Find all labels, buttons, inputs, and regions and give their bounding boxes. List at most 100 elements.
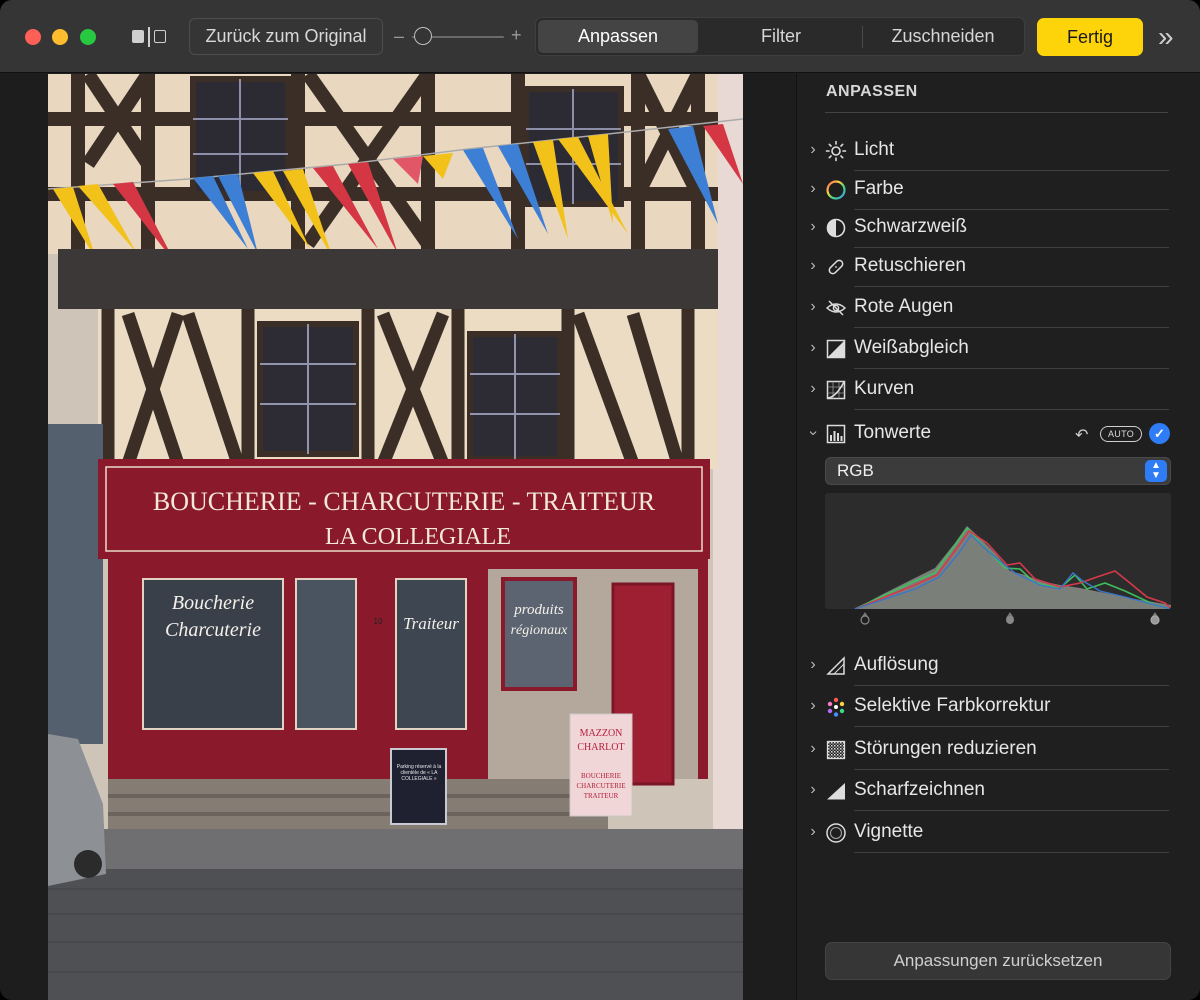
bandage-icon [828, 259, 844, 275]
board-boucherie: BOUCHERIE [581, 772, 621, 780]
color-ring-icon [826, 180, 846, 200]
levels-enabled-checkmark-icon[interactable]: ✓ [1149, 423, 1170, 444]
adjust-item-label: Scharfzeichnen [854, 779, 985, 800]
adjust-item-label: Retuschieren [854, 255, 966, 276]
adjust-item-black-white[interactable]: › Schwarzweiß [797, 208, 1200, 248]
adjust-item-label: Weißabgleich [854, 337, 969, 358]
adjust-item-label: Farbe [854, 178, 904, 199]
zoom-slider-thumb[interactable] [414, 27, 432, 45]
adjust-item-curves[interactable]: › Kurven [797, 370, 1200, 410]
adjust-sidebar: ANPASSEN › Licht › Farbe › Schwarzweiß ›… [796, 74, 1200, 1000]
photo[interactable]: BOUCHERIE - CHARCUTERIE - TRAITEUR LA CO… [48, 74, 743, 1000]
minimize-window-button[interactable] [52, 29, 68, 45]
levels-channel-value: RGB [837, 461, 874, 480]
row-divider [854, 852, 1169, 853]
chevron-right-icon[interactable]: › [807, 740, 819, 758]
board-charlot: CHARLOT [577, 742, 624, 753]
sidebar-title: ANPASSEN [826, 83, 918, 100]
sun-icon [825, 140, 847, 162]
white-point-handle[interactable] [1150, 612, 1160, 625]
compare-original-icon[interactable] [128, 24, 170, 50]
levels-channel-select[interactable]: RGB ▲ ▼ [825, 457, 1171, 485]
chevron-right-icon[interactable]: › [807, 697, 819, 715]
revert-to-original-button[interactable]: Zurück zum Original [189, 18, 383, 55]
midpoint-handle[interactable] [1006, 612, 1014, 624]
row-divider [854, 327, 1169, 328]
adjust-item-label: Auflösung [854, 654, 939, 675]
chevron-right-icon[interactable]: › [807, 218, 819, 236]
adjust-item-white-balance[interactable]: › Weißabgleich [797, 329, 1200, 369]
row-divider [854, 368, 1169, 369]
adjust-item-color[interactable]: › Farbe [797, 170, 1200, 210]
compare-right-square [154, 30, 166, 43]
sidebar-title-divider [825, 112, 1168, 113]
chevron-right-icon[interactable]: › [807, 257, 819, 275]
chevron-right-icon[interactable]: › [807, 656, 819, 674]
adjust-item-definition[interactable]: › Auflösung [797, 646, 1200, 686]
board-traiteur: TRAITEUR [584, 792, 619, 800]
levels-histogram[interactable] [825, 493, 1171, 609]
more-tools-icon[interactable]: » [1158, 22, 1174, 52]
row-divider [854, 769, 1169, 770]
tab-adjust[interactable]: Anpassen [538, 20, 698, 53]
adjust-item-retouch[interactable]: › Retuschieren [797, 247, 1200, 287]
adjust-item-sharpen[interactable]: › Scharfzeichnen [797, 771, 1200, 811]
adjust-item-vignette[interactable]: › Vignette [797, 813, 1200, 853]
zoom-window-button[interactable] [80, 29, 96, 45]
window-text-produits: produits [513, 602, 564, 618]
adjust-item-label: Rote Augen [854, 296, 954, 317]
row-divider [854, 409, 1169, 410]
compare-left-square [132, 30, 144, 43]
parking-board-text: Parking réservé à la clientèle de « LA C… [396, 764, 442, 782]
zoom-out-icon[interactable]: – [394, 26, 404, 46]
shop-sign-line2: LA COLLEGIALE [325, 524, 511, 550]
sharpen-icon [827, 783, 845, 800]
chevron-right-icon[interactable]: › [807, 141, 819, 159]
adjust-item-red-eye[interactable]: › Rote Augen [797, 288, 1200, 328]
close-window-button[interactable] [25, 29, 41, 45]
edit-mode-segmented-control: Anpassen Filter Zuschneiden [535, 17, 1025, 56]
levels-auto-button[interactable]: AUTO [1100, 426, 1142, 442]
adjust-item-label: Selektive Farbkorrektur [854, 695, 1051, 716]
done-button[interactable]: Fertig [1037, 18, 1143, 56]
window-text-charcuterie: Charcuterie [165, 619, 261, 641]
chevron-right-icon[interactable]: › [807, 823, 819, 841]
adjust-item-label: Schwarzweiß [854, 216, 967, 237]
adjust-item-levels[interactable]: › Tonwerte ↶ AUTO ✓ [797, 414, 1200, 454]
board-charcuterie: CHARCUTERIE [577, 782, 626, 790]
segment-divider [862, 26, 863, 48]
chevron-right-icon[interactable]: › [807, 298, 819, 316]
tab-filter[interactable]: Filter [700, 20, 862, 53]
adjust-item-label: Licht [854, 139, 895, 160]
white-balance-icon [826, 339, 846, 359]
toolbar: Zurück zum Original – + Anpassen Filter … [0, 0, 1200, 73]
zoom-in-icon[interactable]: + [511, 25, 522, 45]
row-divider [854, 286, 1169, 287]
histogram-handles [825, 610, 1171, 626]
black-point-handle[interactable] [860, 612, 870, 625]
adjust-item-noise-reduction[interactable]: › Störungen reduzieren [797, 730, 1200, 770]
window-text-regionaux: régionaux [511, 623, 569, 638]
chevron-right-icon[interactable]: › [807, 781, 819, 799]
chevron-down-icon[interactable]: › [804, 427, 822, 439]
chevron-right-icon[interactable]: › [807, 180, 819, 198]
adjust-item-label: Tonwerte [854, 422, 932, 443]
board-mazzon: MAZZON [580, 728, 623, 739]
adjust-item-light[interactable]: › Licht [797, 131, 1200, 171]
eye-slash-icon [825, 300, 847, 316]
row-divider [854, 726, 1169, 727]
adjust-item-label: Vignette [854, 821, 924, 842]
vignette-icon [826, 823, 846, 843]
chevron-right-icon[interactable]: › [807, 380, 819, 398]
compare-divider [148, 27, 150, 47]
levels-icon [826, 424, 846, 444]
adjust-item-selective-color[interactable]: › Selektive Farbkorrektur [797, 687, 1200, 727]
photos-edit-window: Zurück zum Original – + Anpassen Filter … [0, 0, 1200, 1000]
tab-crop[interactable]: Zuschneiden [864, 20, 1022, 53]
half-circle-icon [826, 218, 846, 238]
photo-canvas: BOUCHERIE - CHARCUTERIE - TRAITEUR LA CO… [0, 74, 795, 1000]
shop-sign-line1: BOUCHERIE - CHARCUTERIE - TRAITEUR [153, 487, 656, 516]
undo-icon[interactable]: ↶ [1075, 425, 1088, 445]
chevron-right-icon[interactable]: › [807, 339, 819, 357]
reset-adjustments-button[interactable]: Anpassungen zurücksetzen [825, 942, 1171, 980]
